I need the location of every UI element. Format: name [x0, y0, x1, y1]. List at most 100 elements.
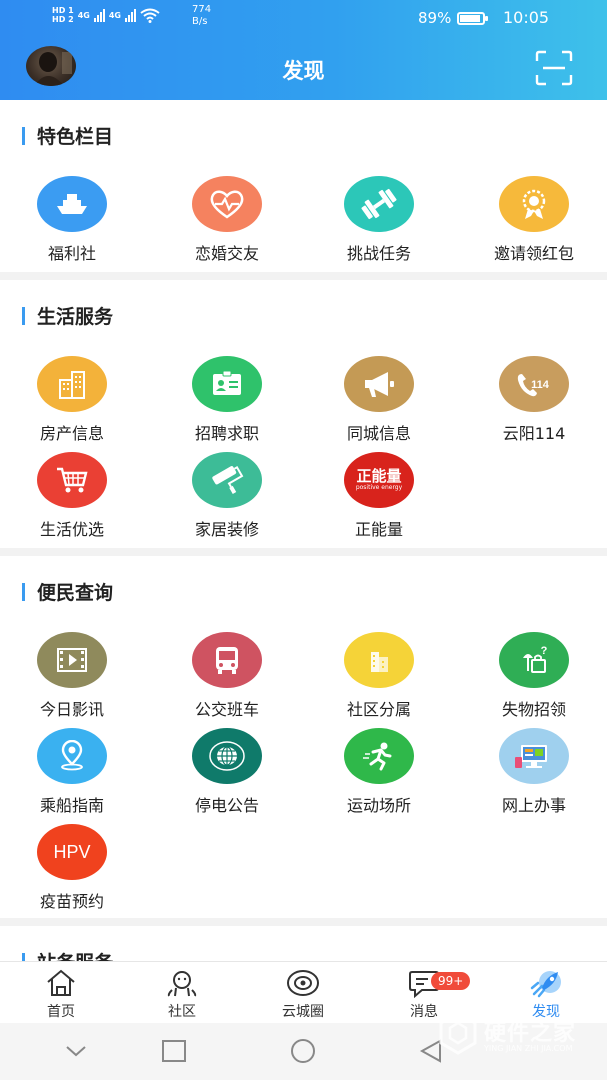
item-label: 邀请领红包	[493, 244, 574, 263]
tab-cloud-circle[interactable]: 云城圈	[258, 968, 348, 1021]
ship-icon	[37, 176, 107, 232]
grid-item[interactable]: 乘船指南	[12, 728, 132, 816]
svg-text:114: 114	[531, 379, 550, 391]
grid-item[interactable]: HPV 疫苗预约	[12, 824, 132, 912]
item-label: 乘船指南	[39, 796, 104, 815]
status-bar: HD 1 HD 2 4G 4G 774 B/s 89% 10:05	[0, 0, 607, 36]
section-divider	[0, 548, 607, 556]
watermark-logo-icon	[439, 1011, 477, 1055]
item-label: 家居装修	[194, 520, 259, 539]
item-label: 房产信息	[39, 424, 104, 443]
network-speed: 774 B/s	[192, 4, 211, 28]
section-title: 生活服务	[22, 302, 113, 329]
lost-found-icon: ?	[499, 632, 569, 688]
grid-item[interactable]: 家居装修	[167, 452, 287, 540]
signal-indicators: HD 1 HD 2 4G 4G	[52, 6, 160, 24]
runner-icon	[344, 728, 414, 784]
item-label: 社区分属	[346, 700, 411, 719]
item-label: 同城信息	[346, 424, 411, 443]
tab-home[interactable]: 首页	[16, 968, 106, 1021]
clock: 10:05	[503, 8, 550, 27]
community-tab-icon	[167, 971, 197, 997]
network-speed-unit: B/s	[192, 16, 208, 27]
nav-collapse-icon[interactable]	[62, 1039, 90, 1063]
item-label: 挑战任务	[346, 244, 411, 263]
page-title: 发现	[282, 59, 325, 83]
item-label: 正能量	[354, 520, 403, 539]
grid-item[interactable]: ? 失物招领	[474, 632, 594, 720]
grid-item[interactable]: 房产信息	[12, 356, 132, 444]
scan-icon[interactable]	[535, 50, 573, 86]
grid-item[interactable]: 网上办事	[474, 728, 594, 816]
positive-energy-text: 正能量	[356, 467, 402, 485]
grid-item[interactable]: 邀请领红包	[474, 176, 594, 264]
heart-pulse-icon	[192, 176, 262, 232]
section-title: 便民查询	[22, 578, 113, 605]
tab-label: 首页	[47, 1004, 75, 1020]
network-speed-value: 774	[192, 4, 212, 15]
hpv-icon-text: HPV	[53, 841, 91, 862]
tab-label: 社区	[168, 1004, 196, 1020]
section-divider	[0, 918, 607, 926]
battery-status: 89%	[418, 9, 489, 27]
grid-item[interactable]: 挑战任务	[319, 176, 439, 264]
section-title: 站务服务	[22, 948, 113, 961]
item-label: 停电公告	[194, 796, 259, 815]
section-featured: 特色栏目 福利社 恋婚交友 挑战任务 邀请领红包	[0, 100, 607, 272]
grid-item[interactable]: 福利社	[12, 176, 132, 264]
item-label: 公交班车	[194, 700, 259, 719]
grid-item[interactable]: 招聘求职	[167, 356, 287, 444]
battery-percent: 89%	[418, 9, 452, 27]
section-station-services: 站务服务	[0, 926, 607, 961]
item-label: 网上办事	[501, 796, 566, 815]
hpv-icon: HPV	[37, 824, 107, 880]
svg-text:?: ?	[541, 645, 548, 657]
grid-item[interactable]: 114 云阳114	[474, 356, 594, 444]
grid-item[interactable]: 正能量 positive energy 正能量	[319, 452, 439, 540]
item-label: 恋婚交友	[194, 244, 259, 263]
tab-label: 云城圈	[282, 1004, 324, 1020]
section-divider	[0, 272, 607, 280]
nav-recents-icon[interactable]	[160, 1039, 188, 1063]
grid-item[interactable]: 恋婚交友	[167, 176, 287, 264]
dumbbell-icon	[344, 176, 414, 232]
item-label: 生活优选	[39, 520, 104, 539]
nav-home-icon[interactable]	[289, 1039, 317, 1063]
megaphone-icon	[344, 356, 414, 412]
grid-item[interactable]: 同城信息	[319, 356, 439, 444]
battery-icon	[457, 11, 489, 25]
film-icon	[37, 632, 107, 688]
grid-item[interactable]: 今日影讯	[12, 632, 132, 720]
state-grid-icon	[192, 728, 262, 784]
tab-label: 消息	[410, 1004, 438, 1020]
community-icon	[344, 632, 414, 688]
wifi-icon	[140, 8, 160, 23]
grid-item[interactable]: 停电公告	[167, 728, 287, 816]
item-label: 云阳114	[502, 424, 566, 443]
medal-icon	[499, 176, 569, 232]
unread-badge: 99+	[431, 972, 471, 990]
sim1-label: HD 1	[52, 6, 74, 15]
signal1-icon	[93, 8, 105, 22]
id-card-icon	[192, 356, 262, 412]
section-title: 特色栏目	[22, 122, 113, 149]
cart-icon	[37, 452, 107, 508]
section-convenience-query: 便民查询 今日影讯 公交班车 社区分属 ? 失物招领 乘船指南 停电公告 运动场…	[0, 556, 607, 918]
positive-energy-icon: 正能量 positive energy	[344, 452, 414, 508]
grid-item[interactable]: 生活优选	[12, 452, 132, 540]
positive-energy-subtext: positive energy	[355, 484, 403, 491]
header-bar: HD 1 HD 2 4G 4G 774 B/s 89% 10:05 发现	[0, 0, 607, 100]
signal2-icon	[124, 8, 136, 22]
grid-item[interactable]: 运动场所	[319, 728, 439, 816]
grid-item[interactable]: 公交班车	[167, 632, 287, 720]
rocket-icon	[530, 971, 561, 998]
phone-114-icon: 114	[499, 356, 569, 412]
tab-community[interactable]: 社区	[137, 968, 227, 1021]
watermark-title: 硬件之家	[484, 1021, 577, 1046]
planet-icon	[287, 970, 319, 996]
network1-label: 4G	[77, 10, 90, 20]
grid-item[interactable]: 社区分属	[319, 632, 439, 720]
sim2-label: HD 2	[52, 15, 74, 24]
paint-roller-icon	[192, 452, 262, 508]
item-label: 疫苗预约	[39, 892, 104, 911]
